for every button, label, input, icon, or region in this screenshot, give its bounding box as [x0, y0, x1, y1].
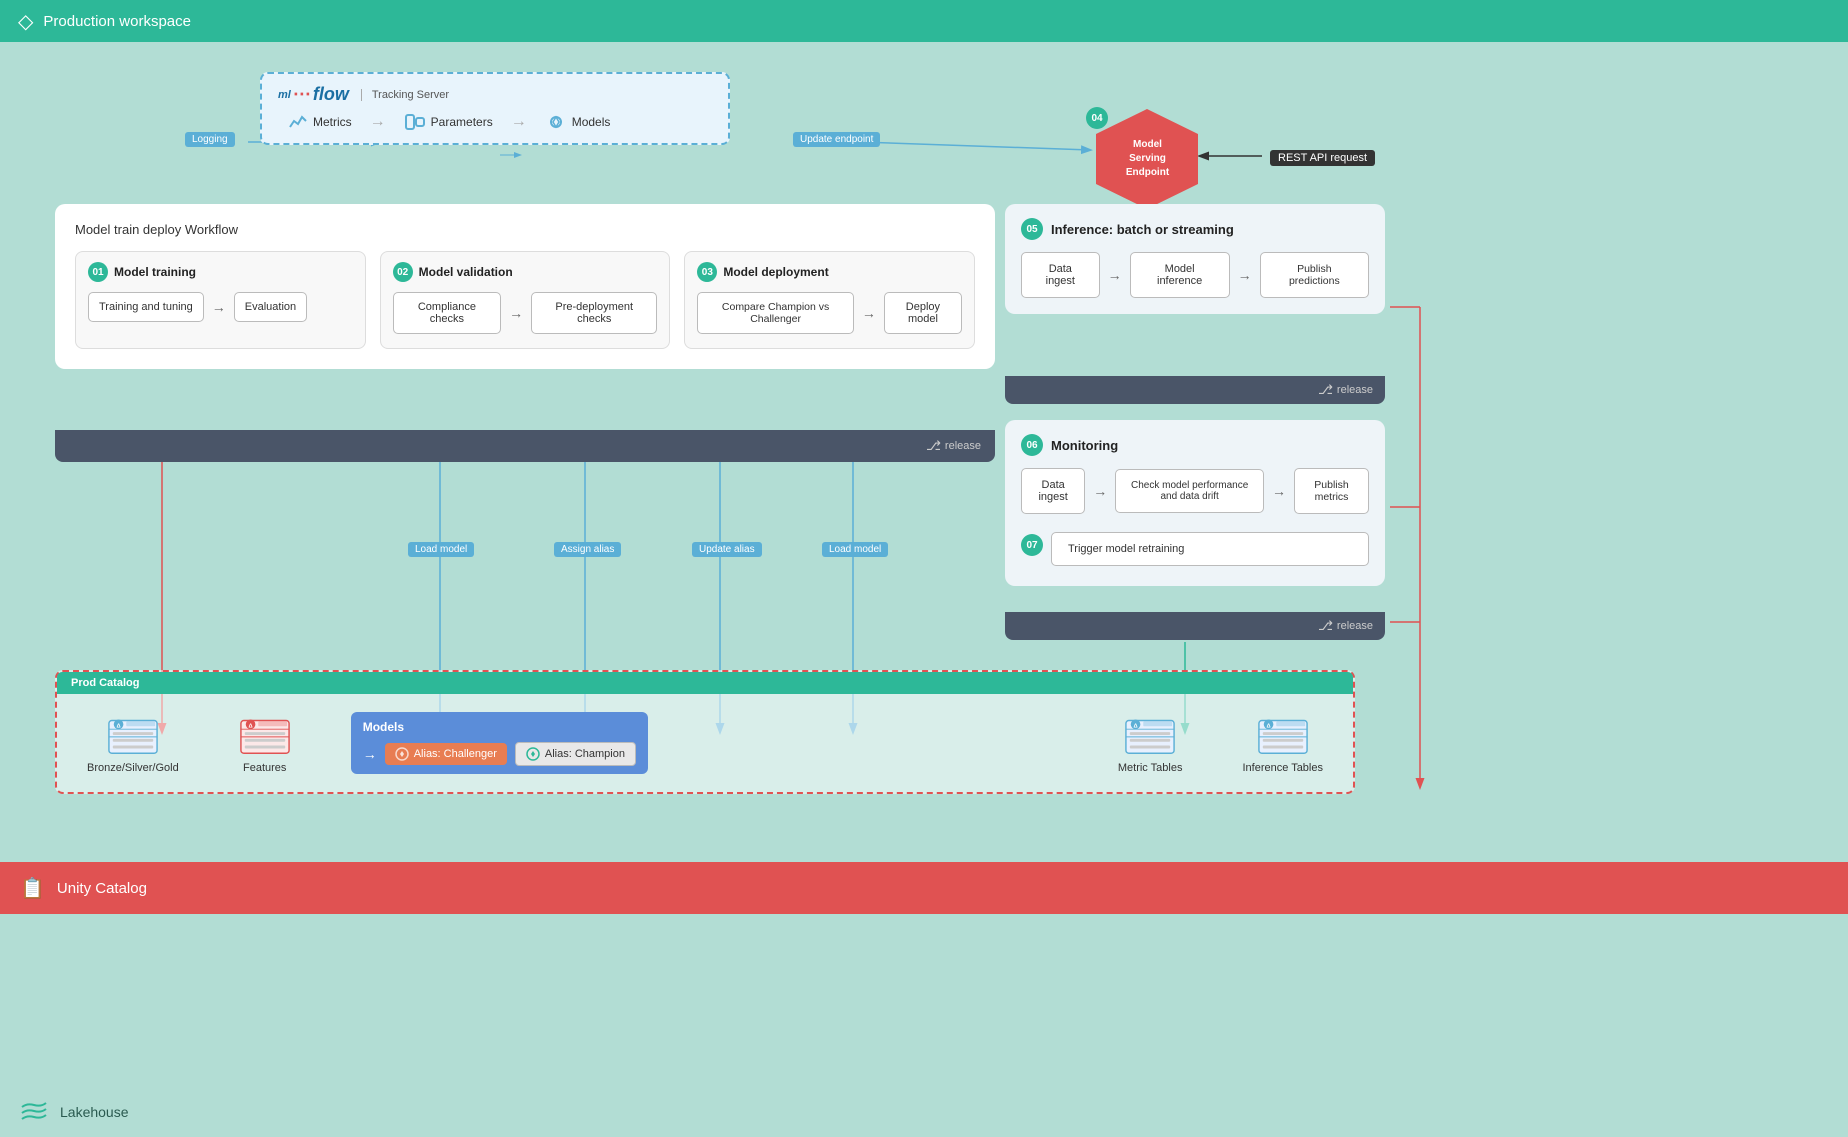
workflow-box: Model train deploy Workflow 01 Model tra…	[55, 204, 995, 369]
step-04-badge: 04	[1086, 107, 1108, 129]
inference-tables-icon: Δ	[1257, 712, 1309, 756]
svg-text:Δ: Δ	[248, 723, 252, 729]
bronze-silver-gold-label: Bronze/Silver/Gold	[87, 762, 179, 774]
workflow-release-text: ⎇ release	[926, 438, 981, 454]
update-alias-badge: Update alias	[692, 542, 762, 557]
top-bar: ◇ Production workspace	[0, 0, 1848, 42]
inference-release-text: ⎇ release	[1318, 382, 1373, 398]
pre-deployment-box: Pre-deployment checks	[531, 292, 657, 334]
inference-arrow-2: →	[1238, 267, 1252, 283]
step-title-03: Model deployment	[723, 265, 828, 279]
monitoring-arrow-1: →	[1093, 483, 1107, 499]
model-serving-text: ModelServingEndpoint	[1126, 138, 1169, 180]
load-model-1-badge: Load model	[408, 542, 474, 557]
features-icon: Δ	[239, 712, 291, 756]
svg-text:Δ: Δ	[1266, 723, 1270, 729]
workflow-steps: 01 Model training Training and tuning → …	[75, 251, 975, 349]
step-num-03: 03	[697, 262, 717, 282]
step-title-01: Model training	[114, 265, 196, 279]
step-06-num: 06	[1021, 434, 1043, 456]
model-inference-box: Model inference	[1130, 252, 1230, 298]
inference-box: 05 Inference: batch or streaming Data in…	[1005, 204, 1385, 314]
monitoring-box: 06 Monitoring Data ingest → Check model …	[1005, 420, 1385, 586]
workspace-title: Production workspace	[43, 13, 191, 30]
workflow-step-03: 03 Model deployment Compare Champion vs …	[684, 251, 975, 349]
inference-title: Inference: batch or streaming	[1051, 222, 1234, 237]
rest-api-badge: REST API request	[1270, 150, 1375, 166]
inference-tables-label: Inference Tables	[1242, 762, 1323, 774]
step-num-01: 01	[88, 262, 108, 282]
alias-champion-badge: Alias: Champion	[515, 742, 636, 766]
lakehouse-bar: Lakehouse	[0, 1087, 1848, 1137]
bronze-silver-gold-icon: Δ	[107, 712, 159, 756]
model-serving-container: ModelServingEndpoint	[1095, 107, 1200, 211]
load-model-2-badge: Load model	[822, 542, 888, 557]
step-05-num: 05	[1021, 218, 1043, 240]
lakehouse-title: Lakehouse	[60, 1104, 129, 1120]
check-model-box: Check model performance and data drift	[1115, 469, 1264, 513]
workflow-title: Model train deploy Workflow	[75, 222, 975, 237]
prod-catalog-header: Prod Catalog	[57, 672, 1353, 694]
step-num-02: 02	[393, 262, 413, 282]
publish-predictions-box: Publish predictions	[1260, 252, 1369, 298]
unity-catalog-icon: 📋	[20, 876, 45, 901]
main-canvas: ml⋯flow Tracking Server Metrics → Parame…	[0, 42, 1848, 1137]
metric-tables-icon: Δ	[1124, 712, 1176, 756]
svg-text:Δ: Δ	[116, 723, 120, 729]
tracking-server-label: Tracking Server	[361, 89, 449, 101]
compliance-box: Compliance checks	[393, 292, 501, 334]
monitoring-title: Monitoring	[1051, 438, 1118, 453]
inference-release-bar: ⎇ release	[1005, 376, 1385, 404]
features-label: Features	[243, 762, 286, 774]
mlflow-tracking-box: ml⋯flow Tracking Server Metrics → Parame…	[260, 72, 730, 145]
monitoring-release-bar: ⎇ release	[1005, 612, 1385, 640]
features-item: Δ Features	[239, 712, 291, 774]
compare-box: Compare Champion vs Challenger	[697, 292, 854, 334]
arrow-02: →	[509, 305, 523, 321]
parameters-item: Parameters	[404, 113, 493, 131]
inference-tables-item: Δ Inference Tables	[1242, 712, 1323, 774]
unity-catalog-bar: 📋 Unity Catalog	[0, 862, 1848, 914]
monitoring-release-text: ⎇ release	[1318, 618, 1373, 634]
unity-catalog-title: Unity Catalog	[57, 880, 147, 897]
deploy-box: Deploy model	[884, 292, 962, 334]
models-arrow: →	[363, 746, 377, 762]
training-tuning-box: Training and tuning	[88, 292, 204, 322]
alias-challenger-badge: Alias: Challenger	[385, 743, 507, 765]
bronze-silver-gold-item: Δ Bronze/Silver/Gold	[87, 712, 179, 774]
models-box: Models → Alias: Challenger Alias: Champi…	[351, 712, 648, 774]
workflow-step-02: 02 Model validation Compliance checks → …	[380, 251, 671, 349]
models-title: Models	[363, 720, 636, 734]
workflow-step-01: 01 Model training Training and tuning → …	[75, 251, 366, 349]
metric-tables-label: Metric Tables	[1118, 762, 1183, 774]
data-ingest-inference-box: Data ingest	[1021, 252, 1100, 298]
evaluation-box: Evaluation	[234, 292, 307, 322]
step-title-02: Model validation	[419, 265, 513, 279]
workspace-icon: ◇	[18, 9, 33, 34]
metric-tables-item: Δ Metric Tables	[1118, 712, 1183, 774]
prod-catalog: Prod Catalog Δ Bronze/Silver/Gold	[55, 670, 1355, 794]
step-07-num: 07	[1021, 534, 1043, 556]
publish-metrics-box: Publish metrics	[1294, 468, 1369, 514]
arrow-03: →	[862, 305, 876, 321]
metrics-item: Metrics	[288, 113, 352, 131]
update-endpoint-badge: Update endpoint	[793, 132, 880, 147]
models-item: Models	[545, 113, 611, 131]
workflow-release-bar: ⎇ release	[55, 430, 995, 462]
data-ingest-monitoring-box: Data ingest	[1021, 468, 1085, 514]
svg-text:Δ: Δ	[1134, 723, 1138, 729]
inference-arrow-1: →	[1108, 267, 1122, 283]
arrow-01: →	[212, 299, 226, 315]
lakehouse-icon	[20, 1101, 48, 1123]
logging-badge: Logging	[185, 132, 235, 147]
monitoring-arrow-2: →	[1272, 483, 1286, 499]
trigger-retraining-box: Trigger model retraining	[1051, 532, 1369, 566]
assign-alias-badge: Assign alias	[554, 542, 621, 557]
